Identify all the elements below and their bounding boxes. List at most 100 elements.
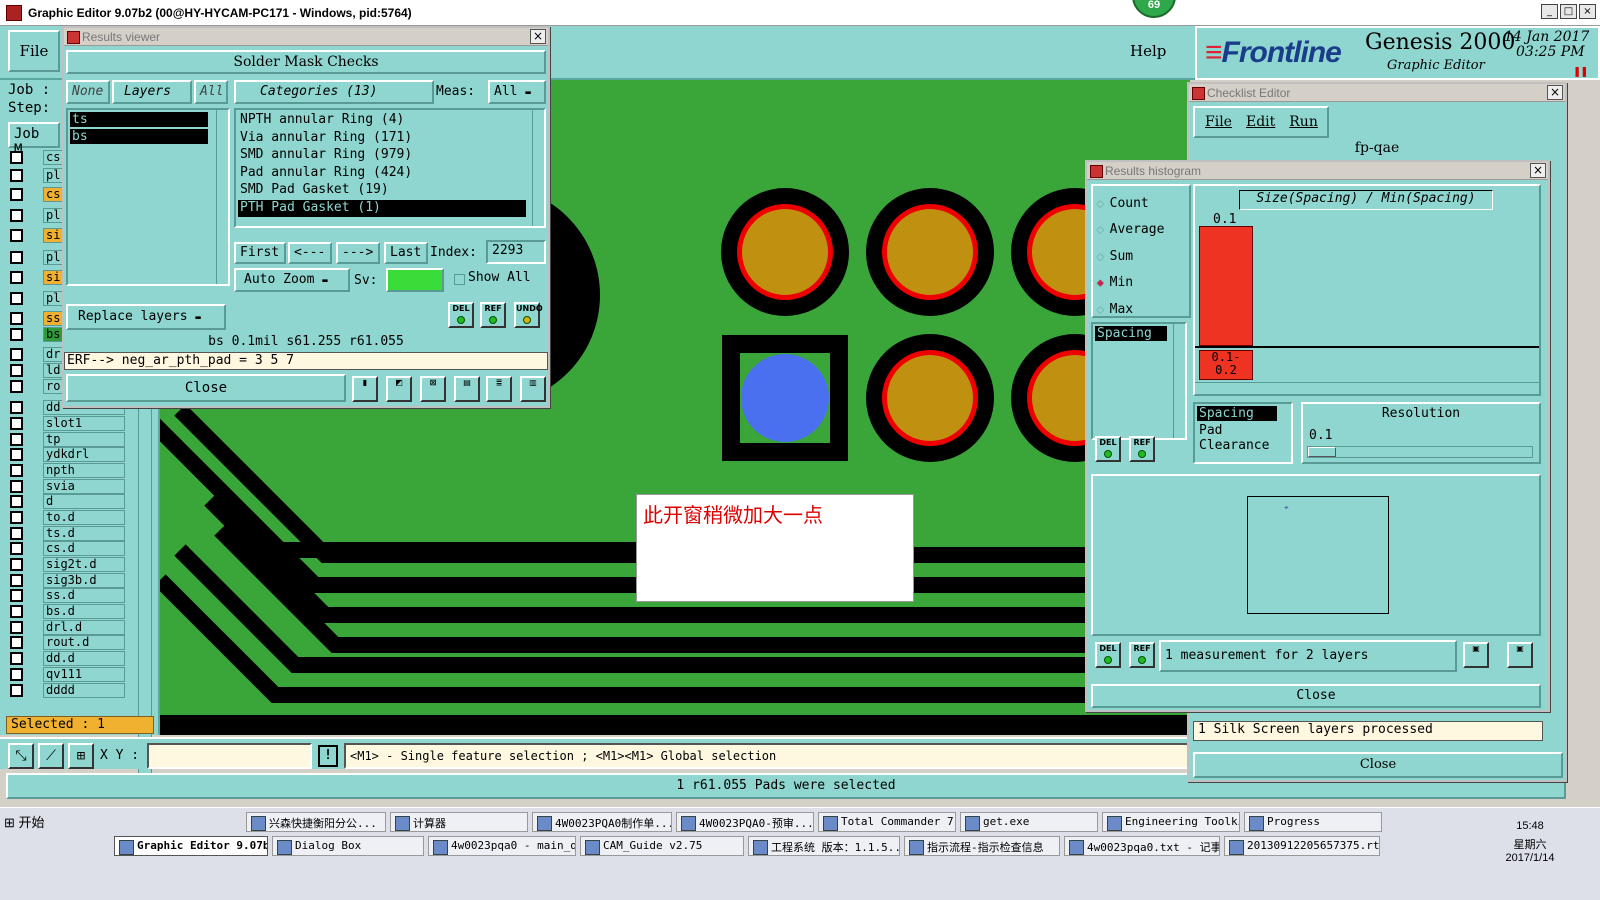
taskbar-item[interactable]: Progress [1244,812,1382,832]
help-menu[interactable]: Help [1130,42,1166,60]
layer-name[interactable]: cs.d [43,541,125,556]
layer-checkbox[interactable] [10,401,23,414]
chart-icon-1[interactable]: ▮ [352,376,378,402]
layer-name[interactable]: to.d [43,510,125,525]
layer-checkbox[interactable] [10,527,23,540]
layer-checkbox[interactable] [10,151,23,164]
resolution-slider-thumb[interactable] [1308,447,1336,457]
layer-checkbox[interactable] [10,271,23,284]
ref-icon[interactable]: REF [480,302,506,328]
taskbar-item[interactable]: Graphic Editor 9.07b2 ... [114,836,268,856]
layer-checkbox[interactable] [10,364,23,377]
radio-icon[interactable]: ◆ [1097,276,1104,289]
layer-name[interactable]: d [43,494,125,509]
sv-color-select[interactable] [386,268,444,292]
histogram-close-button[interactable]: Close [1091,684,1541,708]
layer-row[interactable]: slot1 [10,416,125,431]
categories-button[interactable]: Categories (13) [234,80,434,104]
taskbar-item[interactable]: Engineering Toolkit 9.... [1102,812,1240,832]
start-button[interactable]: ⊞ 开始 [4,812,45,831]
layer-checkbox[interactable] [10,380,23,393]
category-item[interactable]: Pad annular Ring (424) [238,165,542,183]
radio-icon[interactable]: ◆ [1097,223,1104,236]
layer-checkbox[interactable] [10,328,23,341]
minimize-button[interactable]: _ [1541,4,1558,19]
layer-row[interactable]: dddd [10,683,125,698]
job-matrix-button[interactable]: Job M [8,122,60,158]
layer-checkbox[interactable] [10,417,23,430]
layer-checkbox[interactable] [10,542,23,555]
layers-button[interactable]: Layers [112,80,192,104]
layer-row[interactable]: ss.d [10,588,125,603]
layer-name[interactable]: npth [43,463,125,478]
none-button[interactable]: None [66,80,110,104]
layer-row[interactable]: sig3b.d [10,573,125,588]
taskbar-item[interactable]: 4W0023PQA0-预审... [676,812,814,832]
measure-clearance[interactable]: Clearance [1195,438,1291,453]
histogram-bar[interactable] [1199,226,1253,346]
bottom-ref-icon[interactable]: REF [1129,642,1155,668]
layer-checkbox[interactable] [10,589,23,602]
stat-option-min[interactable]: ◆ Min [1097,270,1185,297]
layer-row[interactable]: dd.d [10,651,125,666]
taskbar-item[interactable]: 指示流程-指示检查信息 [904,836,1060,856]
taskbar-item[interactable]: 计算器 [390,812,528,832]
layer-name[interactable]: dd.d [43,651,125,666]
layer-checkbox[interactable] [10,684,23,697]
layer-row[interactable]: tp [10,432,125,447]
taskbar-item[interactable]: 工程系统 版本：1.1.5... [748,836,900,856]
show-all-checkbox[interactable] [454,274,465,285]
taskbar-item[interactable]: 20130912205657375.rtf... [1224,836,1380,856]
file-menu[interactable]: File [8,30,60,72]
grid-off-icon[interactable]: ⊠ [420,376,446,402]
report-icon[interactable]: ▤ [454,376,480,402]
layer-bs[interactable]: bs [70,129,208,144]
layer-checkbox[interactable] [10,621,23,634]
category-item[interactable]: PTH Pad Gasket (1) [238,199,526,217]
histogram-del-icon[interactable]: DEL [1095,436,1121,462]
layer-row[interactable]: svia [10,479,125,494]
layer-checkbox[interactable] [10,251,23,264]
layer-row[interactable]: cs.d [10,541,125,556]
stat-option-average[interactable]: ◆ Average [1097,217,1185,244]
prev-button[interactable]: <--- [288,242,332,264]
all-layers-button[interactable]: All [194,80,228,104]
del-icon[interactable]: DEL [448,302,474,328]
checklist-close-button[interactable]: Close [1193,752,1563,778]
checklist-file-menu[interactable]: File [1205,114,1232,130]
layer-row[interactable]: npth [10,463,125,478]
layer-name[interactable]: drl.d [43,620,125,635]
stat-option-count[interactable]: ◆ Count [1097,190,1185,217]
system-clock[interactable]: 15:48 星期六 2017/1/14 [1500,820,1560,864]
close-window-button[interactable]: × [1579,4,1596,19]
measure-list-right[interactable]: Spacing Pad Clearance [1193,402,1293,464]
layer-checkbox[interactable] [10,636,23,649]
measure-list-scrollbar[interactable] [1173,324,1185,438]
layer-row[interactable]: sig2t.d [10,557,125,572]
checklist-edit-menu[interactable]: Edit [1246,114,1275,130]
layer-checkbox[interactable] [10,558,23,571]
layer-checkbox[interactable] [10,312,23,325]
histogram-ref-icon[interactable]: REF [1129,436,1155,462]
resolution-slider[interactable] [1307,446,1533,458]
layer-results-list[interactable]: ts bs [66,108,230,286]
layer-row[interactable]: rout.d [10,635,125,650]
layer-checkbox[interactable] [10,188,23,201]
layer-checkbox[interactable] [10,605,23,618]
histogram-icon[interactable]: ▥ [520,376,546,402]
layer-row[interactable]: bs.d [10,604,125,619]
measure-tool-icon[interactable]: ⟋ [38,743,64,769]
layer-row[interactable]: ydkdrl [10,447,125,462]
stat-option-max[interactable]: ◆ Max [1097,296,1185,323]
histogram-hscrollbar[interactable] [1195,382,1539,394]
layer-row[interactable]: d [10,494,125,509]
layer-name[interactable]: tp [43,432,125,447]
measure-spacing[interactable]: Spacing [1197,406,1277,421]
checklist-run-menu[interactable]: Run [1289,114,1318,130]
taskbar-item[interactable]: Dialog Box [272,836,424,856]
layer-checkbox[interactable] [10,348,23,361]
layer-checkbox[interactable] [10,464,23,477]
layer-name[interactable]: ydkdrl [43,447,125,462]
layer-name[interactable]: slot1 [43,416,125,431]
taskbar-item[interactable]: 4W0023PQA0制作单... [532,812,672,832]
